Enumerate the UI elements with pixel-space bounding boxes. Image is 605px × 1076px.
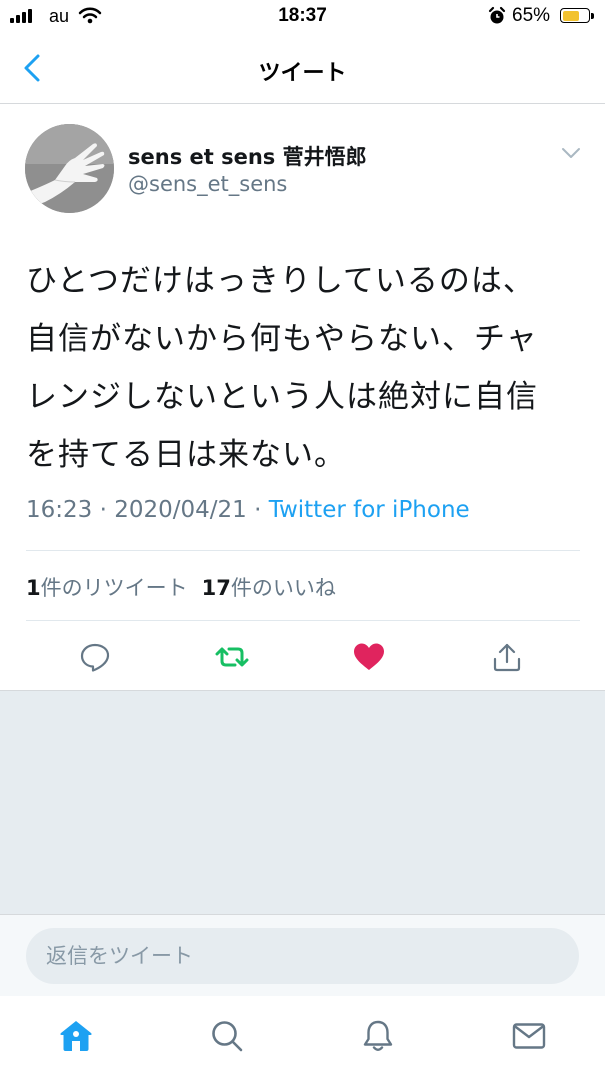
tweet-options-button[interactable] [560, 145, 582, 159]
tab-notifications[interactable] [360, 1018, 396, 1054]
like-stat[interactable]: 17件のいいね [202, 576, 336, 600]
status-bar: au 18:37 65% [0, 0, 605, 34]
author-handle[interactable]: @sens_et_sens [128, 172, 287, 196]
tweet-source-link[interactable]: Twitter for iPhone [269, 497, 470, 523]
mail-icon [512, 1023, 546, 1049]
like-button[interactable] [352, 640, 386, 674]
like-count: 17 [201, 576, 231, 600]
retweet-icon [215, 647, 249, 667]
retweet-button[interactable] [215, 640, 249, 674]
home-icon [60, 1021, 92, 1051]
battery-percent: 65% [512, 5, 551, 26]
bell-icon [363, 1020, 393, 1051]
reply-icon [80, 643, 110, 672]
retweet-label: 件のリツイート [40, 576, 188, 600]
like-label: 件のいいね [230, 576, 336, 600]
tab-search[interactable] [209, 1018, 245, 1054]
alarm-icon [488, 6, 506, 24]
retweet-count: 1 [26, 576, 41, 600]
share-icon [493, 643, 521, 672]
replies-area [0, 690, 605, 915]
tweet-stats: 1件のリツイート 17件のいいね [26, 572, 336, 602]
divider [26, 550, 580, 551]
reply-button[interactable] [78, 640, 112, 674]
tweet-timestamp: 16:23 · 2020/04/21 · [26, 497, 269, 523]
tab-home[interactable] [58, 1018, 94, 1054]
heart-icon [354, 643, 384, 670]
page-title: ツイート [258, 61, 347, 86]
avatar[interactable] [25, 124, 114, 213]
share-button[interactable] [490, 640, 524, 674]
reply-input[interactable] [26, 928, 579, 984]
battery-icon [560, 8, 594, 23]
divider [26, 620, 580, 621]
hand-photo-icon [25, 124, 114, 213]
tab-messages[interactable] [511, 1018, 547, 1054]
chevron-down-icon [562, 148, 580, 158]
navigation-bar: ツイート [0, 34, 605, 104]
author-name[interactable]: sens et sens 菅井悟郎 [128, 141, 367, 171]
retweet-stat[interactable]: 1件のリツイート [26, 576, 188, 600]
tweet-meta: 16:23 · 2020/04/21 · Twitter for iPhone [26, 497, 470, 523]
search-icon [212, 1021, 243, 1052]
tweet-text: ひとつだけはっきりしているのは、自信がないから何もやらない、チャレンジしないとい… [26, 263, 538, 473]
